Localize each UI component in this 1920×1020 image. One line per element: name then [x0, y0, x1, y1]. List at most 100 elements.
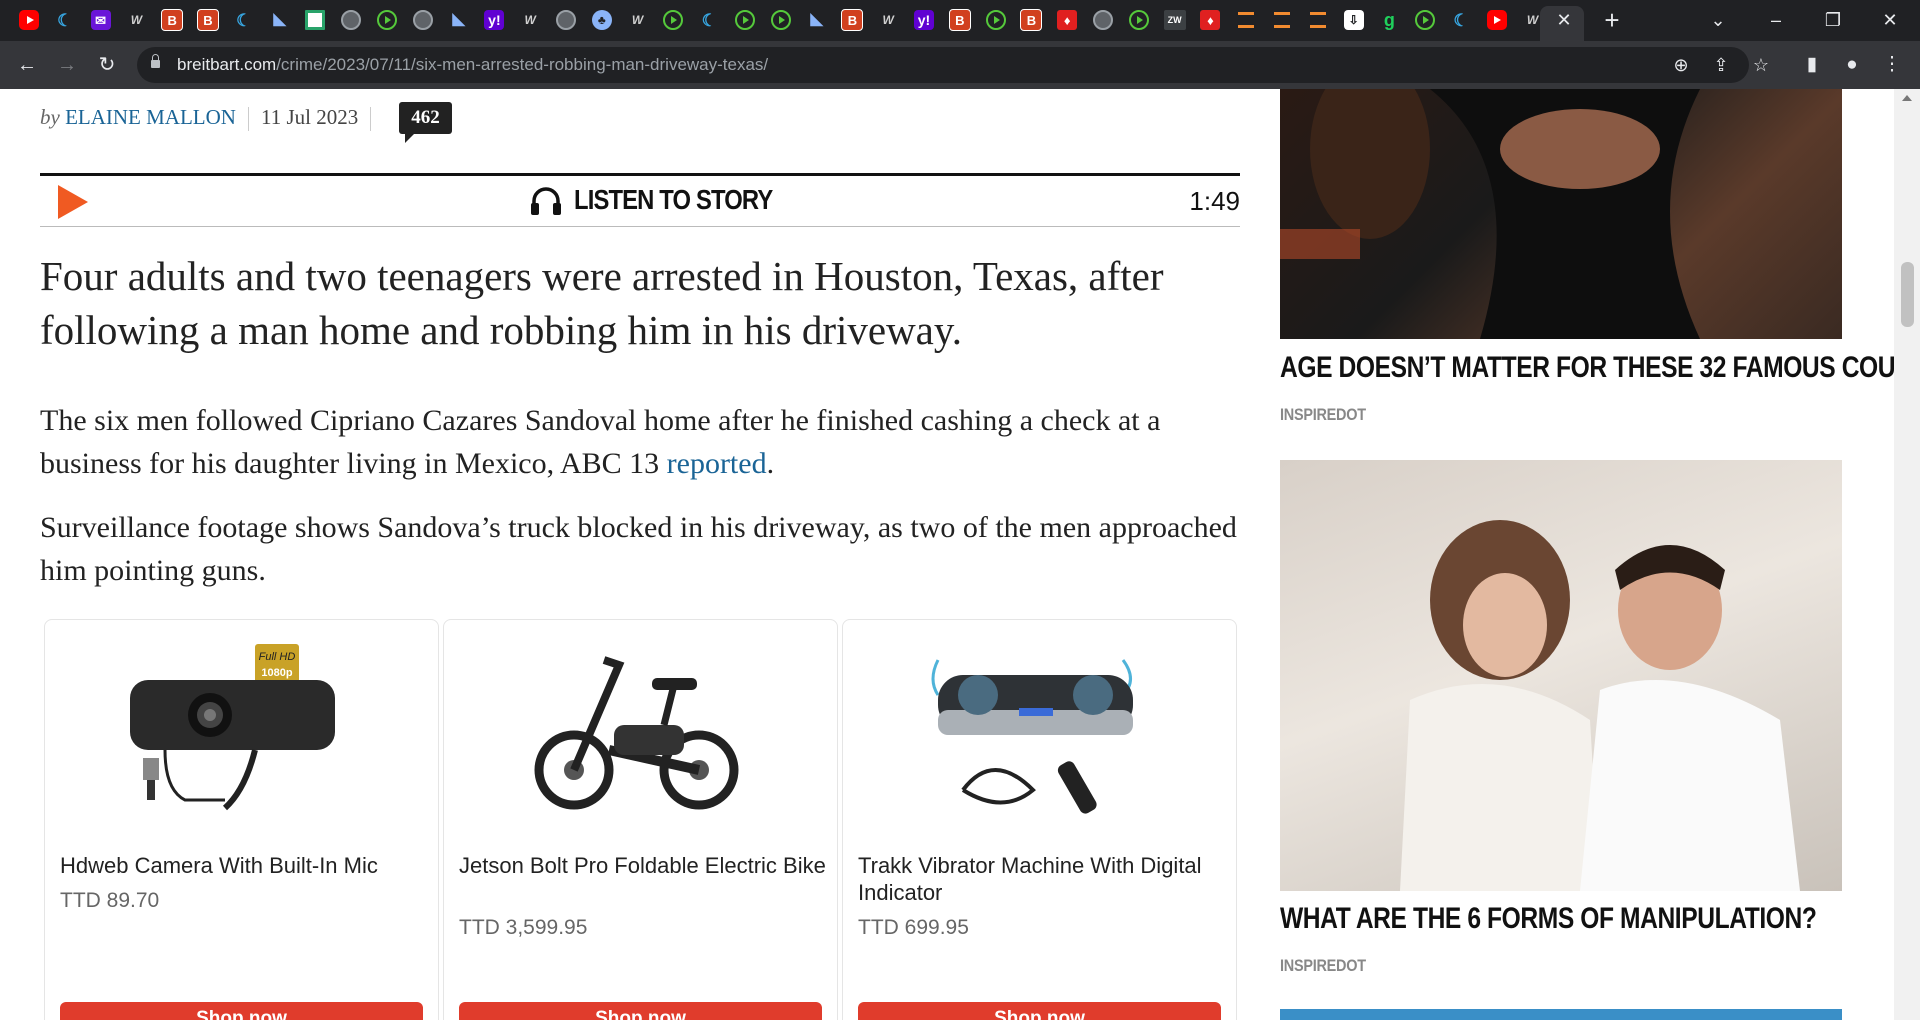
paragraph-end: . — [766, 447, 775, 480]
browser-tab[interactable] — [1484, 10, 1510, 30]
browser-tab[interactable] — [410, 10, 436, 30]
menu-icon[interactable]: ⋮ — [1878, 51, 1906, 79]
sponsored-image[interactable] — [1280, 1009, 1842, 1020]
lock-icon[interactable] — [151, 54, 160, 68]
byline-divider — [247, 107, 249, 132]
browser-tab[interactable] — [660, 10, 686, 30]
minimize-button[interactable]: – — [1756, 6, 1796, 34]
sponsored-image[interactable] — [1280, 460, 1842, 891]
sponsored-title[interactable]: AGE DOESN’T MATTER FOR THESE 32 FAMOUS C… — [1280, 351, 1920, 385]
browser-tab[interactable] — [768, 10, 794, 30]
close-window-button[interactable]: ✕ — [1870, 6, 1910, 34]
browser-tab[interactable]: W — [517, 10, 543, 30]
byline: by ELAINE MALLON 11 Jul 2023 — [40, 105, 383, 132]
product-card[interactable]: Full HD 1080p Hdweb Camera With Built-In… — [44, 619, 439, 1020]
sponsored-image[interactable] — [1280, 89, 1842, 339]
browser-tab[interactable] — [1269, 10, 1295, 30]
browser-tab[interactable] — [983, 10, 1009, 30]
browser-tab[interactable]: W — [875, 10, 901, 30]
browser-tab[interactable] — [1126, 10, 1152, 30]
page-scrollbar[interactable] — [1894, 89, 1920, 1020]
play-icon — [770, 10, 791, 30]
browser-tab[interactable]: ◣ — [267, 10, 293, 30]
reported-link[interactable]: reported — [667, 447, 767, 480]
browser-tab[interactable]: ◣ — [446, 10, 472, 30]
browser-tab[interactable]: g — [1376, 10, 1402, 30]
shop-now-button[interactable]: Shop now — [60, 1002, 423, 1020]
browser-tab[interactable]: ☾ — [52, 10, 78, 30]
play-icon — [663, 10, 684, 30]
browser-tab[interactable]: B — [159, 9, 185, 31]
browser-tab[interactable] — [374, 10, 400, 30]
browser-tab[interactable]: ☾ — [231, 10, 257, 30]
reload-button[interactable]: ↻ — [93, 51, 121, 79]
product-card[interactable]: Trakk Vibrator Machine With Digital Indi… — [842, 619, 1237, 1020]
electric-bike-image — [534, 656, 739, 810]
sponsored-source: INSPIREDOT — [1280, 956, 1366, 975]
breitbart-icon: B — [948, 9, 971, 31]
browser-tab[interactable] — [1233, 10, 1259, 30]
browser-tab[interactable] — [1090, 10, 1116, 30]
scroll-up-arrow-icon[interactable] — [1902, 95, 1912, 101]
url-text[interactable]: breitbart.com/crime/2023/07/11/six-men-a… — [177, 55, 768, 75]
browser-tab[interactable] — [16, 10, 42, 30]
tab-search-icon[interactable]: ⌄ — [1698, 6, 1738, 34]
browser-tab[interactable]: B — [195, 9, 221, 31]
browser-tab[interactable] — [732, 10, 758, 30]
comment-count-badge[interactable]: 462 — [399, 102, 452, 143]
zoom-icon[interactable]: ⊕ — [1669, 54, 1693, 76]
paragraph-text: The six men followed Cipriano Cazares Sa… — [40, 404, 1161, 480]
couple-photo — [1280, 89, 1700, 339]
listen-label[interactable]: LISTEN TO STORY — [574, 184, 773, 216]
scroll-thumb[interactable] — [1901, 262, 1914, 327]
author-link[interactable]: ELAINE MALLON — [65, 105, 236, 129]
sponsored-title[interactable]: WHAT ARE THE 6 FORMS OF MANIPULATION? — [1280, 902, 1817, 936]
browser-tab[interactable]: W — [625, 10, 651, 30]
browser-tab[interactable]: ☾ — [696, 10, 722, 30]
browser-tab[interactable]: y! — [481, 10, 507, 30]
globe-icon — [341, 10, 362, 30]
bookmark-icon: ◣ — [810, 11, 823, 28]
browser-tab[interactable]: ✉ — [88, 10, 114, 30]
banner-icon — [1238, 12, 1255, 28]
close-tab-icon[interactable]: ✕ — [1554, 10, 1574, 30]
share-icon[interactable]: ⇪ — [1709, 54, 1733, 76]
browser-tab[interactable]: ♦ — [1054, 10, 1080, 30]
tab-strip: ☾ ✉ W B B ☾ ◣ ◣ y! W ♣ W ☾ ◣ B Wy! B B ♦ ZW ♦ ⇩ g ☾ W ✕ + ⌄ – ❐ … — [0, 0, 1920, 41]
shop-now-button[interactable]: Shop now — [459, 1002, 822, 1020]
youtube-icon — [19, 10, 39, 30]
new-tab-button[interactable]: + — [1598, 7, 1626, 34]
browser-tab[interactable] — [553, 10, 579, 30]
play-icon — [985, 10, 1006, 30]
side-panel-icon[interactable]: ▮ — [1798, 51, 1826, 79]
browser-tab[interactable]: ♦ — [1197, 10, 1223, 30]
product-card[interactable]: Jetson Bolt Pro Foldable Electric Bike T… — [443, 619, 838, 1020]
browser-tab[interactable] — [1412, 10, 1438, 30]
browser-tab[interactable]: B — [947, 9, 973, 31]
profile-icon[interactable]: ● — [1838, 51, 1866, 79]
play-icon[interactable] — [58, 185, 88, 219]
browser-tab[interactable]: ☾ — [1448, 10, 1474, 30]
browser-tab[interactable]: ♣ — [589, 10, 615, 30]
browser-tab[interactable]: B — [839, 9, 865, 31]
browser-tab[interactable] — [338, 10, 364, 30]
address-bar[interactable]: breitbart.com/crime/2023/07/11/six-men-a… — [137, 47, 1769, 83]
browser-tab[interactable] — [1305, 10, 1331, 30]
w-icon: W — [130, 13, 143, 27]
shop-now-button[interactable]: Shop now — [858, 1002, 1221, 1020]
product-name[interactable]: Hdweb Camera With Built-In Mic — [60, 852, 430, 879]
star-icon[interactable]: ☆ — [1749, 54, 1773, 76]
product-name[interactable]: Trakk Vibrator Machine With Digital Indi… — [858, 852, 1228, 906]
forward-button[interactable]: → — [53, 51, 81, 79]
browser-tab[interactable]: y! — [911, 10, 937, 30]
browser-tab[interactable]: B — [1018, 9, 1044, 31]
browser-tab[interactable]: W — [123, 10, 149, 30]
browser-tab[interactable]: ZW — [1162, 10, 1188, 30]
browser-tab[interactable]: ◣ — [804, 10, 830, 30]
browser-tab[interactable] — [302, 10, 328, 30]
product-name[interactable]: Jetson Bolt Pro Foldable Electric Bike — [459, 852, 829, 879]
play-icon — [1128, 10, 1149, 30]
browser-tab[interactable]: ⇩ — [1341, 10, 1367, 30]
back-button[interactable]: ← — [13, 51, 41, 79]
restore-button[interactable]: ❐ — [1813, 6, 1853, 34]
